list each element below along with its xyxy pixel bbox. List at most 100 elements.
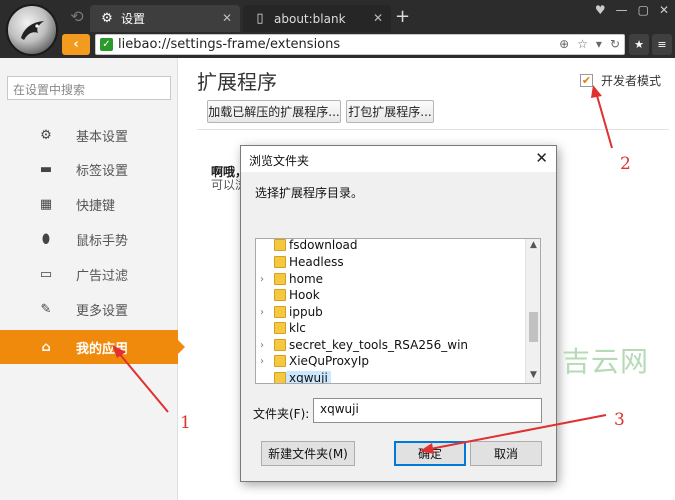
developer-mode-checkbox[interactable]: ✔ [580,74,593,87]
folder-icon [274,273,286,285]
close-window-icon[interactable]: ✕ [659,3,669,17]
sidebar-item-adblock[interactable]: ▭ 广告过滤 [0,257,178,291]
folder-icon [274,239,286,251]
sidebar-item-mouse[interactable]: ⬮ 鼠标手势 [0,222,178,256]
bookmark-icon[interactable]: ⊕ [559,37,569,51]
tree-item[interactable]: › ippub [256,304,527,320]
favorite-icon[interactable]: ☆ [577,37,588,51]
tree-item-label: Headless [289,255,344,269]
scrollbar-thumb[interactable] [529,312,538,342]
address-text[interactable]: liebao://settings-frame/extensions [118,37,340,52]
sidebar-item-label: 我的应用 [76,341,129,357]
scroll-down-icon[interactable]: ▼ [526,370,540,380]
sidebar-item-shortcuts[interactable]: ▦ 快捷键 [0,187,178,221]
search-input[interactable]: 在设置中搜索 [7,76,171,100]
dialog-prompt: 选择扩展程序目录。 [255,186,364,200]
annotation-number-3: 3 [614,410,625,430]
close-icon[interactable]: ✕ [535,149,548,167]
tree-item-label: secret_key_tools_RSA256_win [289,338,469,352]
refresh-icon[interactable]: ↻ [610,37,620,51]
dialog-titlebar: 浏览文件夹 ✕ [241,146,556,172]
star-button[interactable]: ★ [629,34,649,55]
chevron-right-icon[interactable]: › [260,356,264,367]
address-bar[interactable]: ✓ liebao://settings-frame/extensions ⊕ ☆… [95,34,625,55]
tree-item[interactable]: › secret_key_tools_RSA256_win [256,337,527,353]
folder-input[interactable]: xqwuji [313,398,542,423]
chevron-right-icon[interactable]: › [260,340,264,351]
folder-label: 文件夹(F): [253,407,310,421]
sidebar-item-tabs[interactable]: ▬ 标签设置 [0,152,178,186]
back-button[interactable]: ‹ [62,34,90,55]
developer-mode-label: 开发者模式 [601,74,662,88]
sidebar-item-label: 基本设置 [76,129,129,145]
load-unpacked-button[interactable]: 加载已解压的扩展程序... [207,100,341,123]
new-tab-button[interactable]: + [395,8,410,26]
tree-item-label: klc [289,321,306,335]
window-controls: ♥ — ▢ ✕ [595,3,669,17]
chevron-down-icon[interactable]: ▾ [596,37,602,51]
folder-tree[interactable]: fsdownload Headless › home Hook › ippub … [255,238,541,384]
close-tab-icon[interactable]: ✕ [222,11,232,25]
pack-extension-button[interactable]: 打包扩展程序... [346,100,434,123]
tree-item[interactable]: klc [256,320,527,336]
close-tab-icon[interactable]: ✕ [373,11,383,25]
gear-icon: ⚙ [101,10,113,26]
page-title: 扩展程序 [197,70,277,94]
secure-check-icon: ✓ [100,38,113,51]
tree-item-label: xqwuji [286,371,331,383]
keyboard-icon: ▦ [39,196,53,212]
sidebar-item-my-apps[interactable]: ⌂ 我的应用 [0,330,185,364]
chevron-right-icon[interactable]: › [260,307,264,318]
sidebar-item-more[interactable]: ✎ 更多设置 [0,292,178,326]
folder-icon [274,256,286,268]
dialog-title: 浏览文件夹 [249,154,310,168]
chevron-right-icon[interactable]: › [260,274,264,285]
folder-icon [274,322,286,334]
tree-scrollbar[interactable]: ▲ ▼ [525,239,540,383]
sidebar-item-label: 快捷键 [76,198,116,214]
tree-item[interactable]: › home [256,271,527,287]
tree-item[interactable]: Hook [256,287,527,303]
tab-label: about:blank [274,11,346,26]
sidebar-item-basic[interactable]: ⚙ 基本设置 [0,118,178,152]
tree-item-label: XieQuProxyIp [289,354,370,368]
tree-item-selected[interactable]: xqwuji [256,370,527,383]
divider [197,129,669,130]
folder-icon [274,339,286,351]
developer-mode-toggle[interactable]: ✔ 开发者模式 [580,72,661,89]
tree-item-label: Hook [289,288,320,302]
folder-icon [274,306,286,318]
laptop-icon: ▬ [39,161,53,177]
folder-icon [274,372,286,383]
tab-settings[interactable]: ⚙ 设置 ✕ [90,5,240,32]
maximize-icon[interactable]: ▢ [638,3,649,17]
home-icon: ⌂ [41,339,51,355]
tree-item[interactable]: › XieQuProxyIp [256,353,527,369]
tab-label: 设置 [121,12,146,26]
tree-item-label: ippub [289,305,323,319]
history-back-icon[interactable]: ⟲ [66,6,88,28]
arrow-2 [595,91,613,149]
minimize-icon[interactable]: — [616,3,628,17]
sidebar-item-label: 广告过滤 [76,268,129,284]
menu-button[interactable]: ≡ [652,34,672,55]
tree-item[interactable]: Headless [256,254,527,270]
settings-sidebar: 在设置中搜索 ⚙ 基本设置 ▬ 标签设置 ▦ 快捷键 ⬮ 鼠标手势 ▭ 广告过滤… [0,58,185,500]
wrench-icon: ✎ [40,301,52,317]
tree-item[interactable]: fsdownload [256,239,527,253]
annotation-number-1: 1 [180,413,191,433]
liebao-logo[interactable] [6,4,58,56]
tree-item-label: home [289,272,324,286]
cancel-button[interactable]: 取消 [470,441,542,466]
skin-icon[interactable]: ♥ [595,3,606,17]
browser-chrome: ⟲ ⚙ 设置 ✕ ▯ about:blank ✕ + ♥ — ▢ ✕ ‹ ✓ l… [0,0,675,58]
scroll-up-icon[interactable]: ▲ [526,240,540,250]
mouse-icon: ⬮ [41,231,51,247]
tab-about-blank[interactable]: ▯ about:blank ✕ [243,5,391,32]
folder-icon [274,289,286,301]
sidebar-item-label: 鼠标手势 [76,233,129,249]
watermark: 吉云网 [562,345,650,378]
ok-button[interactable]: 确定 [394,441,466,466]
gear-icon: ⚙ [40,127,52,143]
new-folder-button[interactable]: 新建文件夹(M) [261,441,355,466]
